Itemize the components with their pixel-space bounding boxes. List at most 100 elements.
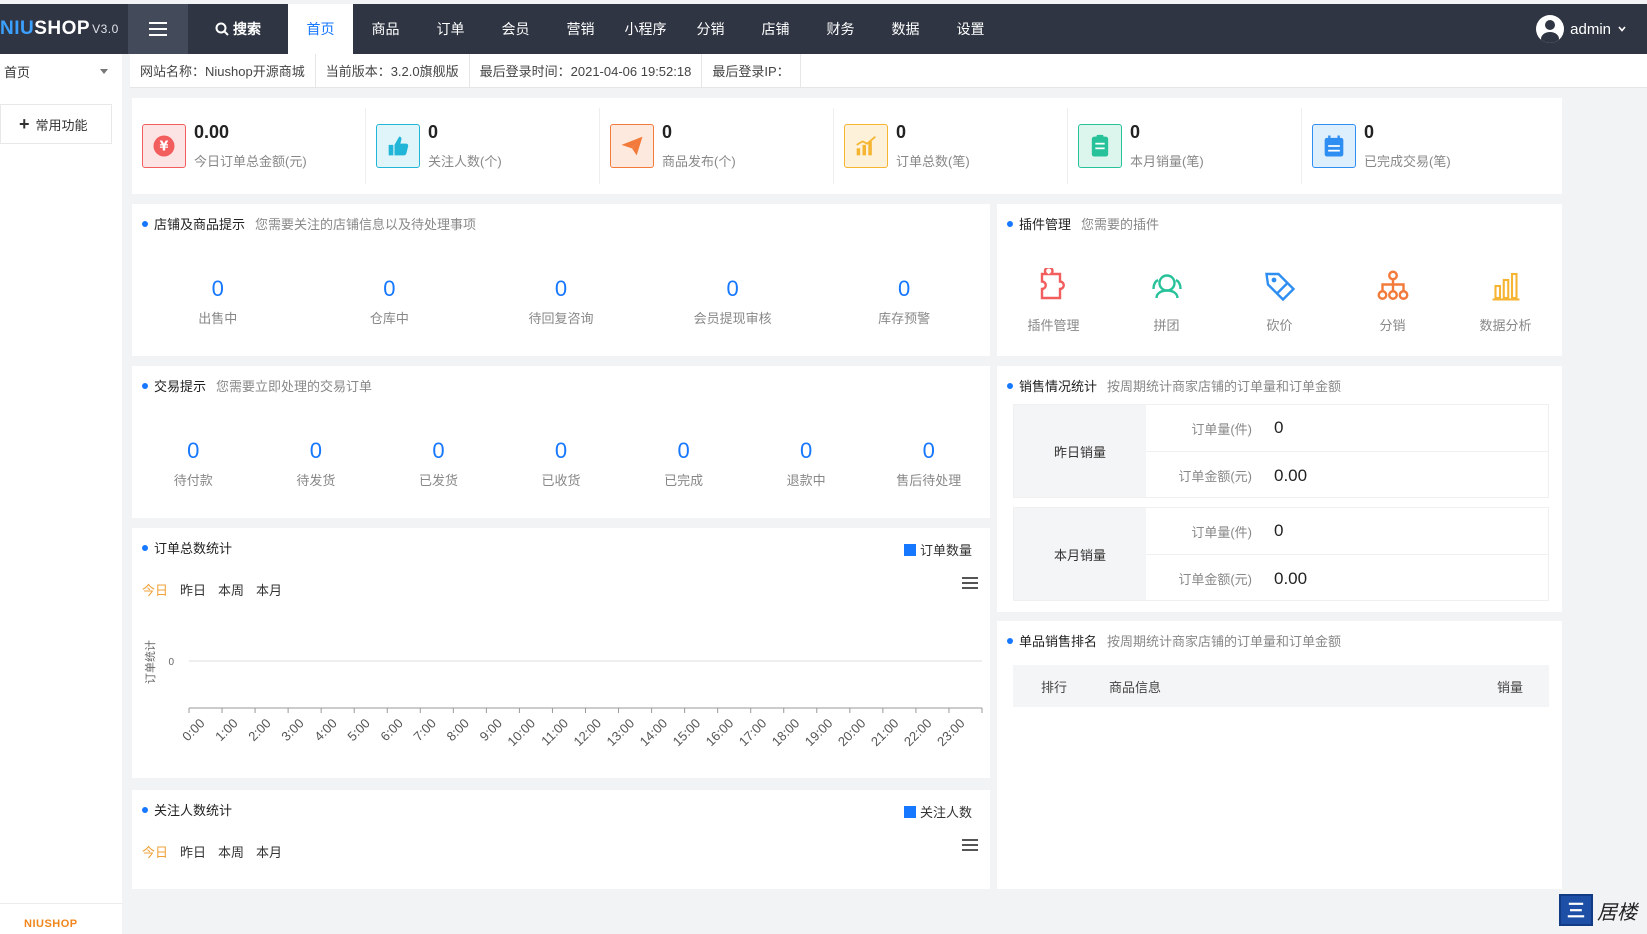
legend-swatch [903,805,916,818]
store-tips-kpis: 0 出售中 0 仓库中 0 待回复咨询 0 会员提现审核 0 库存预警 [132,276,990,327]
nav-item-9[interactable]: 数据 [873,4,938,54]
store-tip-2[interactable]: 0 待回复咨询 [475,276,647,327]
period-tab-0[interactable]: 今日 [142,842,168,861]
user-menu[interactable]: admin [1536,4,1627,54]
sales-stats-panel: 销售情况统计 按周期统计商家店铺的订单量和订单金额 昨日销量 订单量(件) 0 订单金… [997,366,1562,612]
plugin-item-2[interactable]: 砍价 [1223,268,1336,334]
order-chart-svg: 订单统计 0 0:00 1:00 2:00 3:00 4:00 5:00 6:00 7:00 8:0… [144,640,983,750]
x-tick-label: 0:00 [179,716,208,745]
menu-toggle-button[interactable] [128,4,188,54]
column-chart-icon [1449,268,1562,307]
brand-logo[interactable]: NIU SHOP V3.0 [0,4,128,54]
plugin-item-4[interactable]: 数据分析 [1449,268,1562,334]
stat-label: 商品发布(个) [662,154,736,169]
ranking-title: 单品销售排名 按周期统计商家店铺的订单量和订单金额 [1007,631,1341,650]
calendar-icon [1312,124,1356,168]
x-tick-label: 22:00 [901,716,935,750]
follow-legend[interactable]: 关注人数 [903,802,972,821]
nav-item-2[interactable]: 订单 [418,4,483,54]
avatar [1536,15,1565,43]
period-tab-3[interactable]: 本月 [256,842,282,861]
stat-label: 已完成交易(笔) [1364,154,1451,169]
trade-tip-5[interactable]: 0 退款中 [745,438,868,489]
kpi-value: 0 [677,438,690,463]
stat-card-2[interactable]: 0 商品发布(个) [600,108,834,184]
trade-tip-6[interactable]: 0 售后待处理 [867,438,990,489]
sales-stats-title: 销售情况统计 按周期统计商家店铺的订单量和订单金额 [1007,376,1341,395]
kpi-value: 0 [726,276,739,301]
x-tick-label: 8:00 [443,716,472,745]
ranking-heading: 单品销售排名 [1019,634,1098,649]
plugins-panel: 插件管理 您需要的插件 插件管理 拼团 砍价 分销 数据分析 [997,204,1562,356]
period-tab-2[interactable]: 本周 [218,842,244,861]
plus-icon: + [19,114,30,134]
sales-row: 订单金额(元) 0.00 [1146,452,1548,499]
stat-value: 0.00 [194,122,230,142]
footer-logo: NIUSHOP [24,918,78,930]
sales-row-value: 0.00 [1274,465,1308,485]
x-tick-label: 2:00 [245,716,274,745]
kpi-value: 0 [898,276,911,301]
x-tick-label: 5:00 [344,716,373,745]
plugin-item-3[interactable]: 分销 [1336,268,1449,334]
stat-card-1[interactable]: 0 关注人数(个) [366,108,600,184]
search-button[interactable]: 搜索 [188,4,288,54]
sales-block-1: 本月销量 订单量(件) 0 订单金额(元) 0.00 [1013,507,1549,601]
sidebar-home-select[interactable]: 首页 [0,54,122,88]
thumbs-up-icon [376,124,420,168]
nav-item-4[interactable]: 营销 [548,4,613,54]
plugin-item-0[interactable]: 插件管理 [997,266,1110,334]
kpi-label: 待发货 [296,473,336,488]
kpi-value: 0 [309,438,322,463]
trade-tips-heading: 交易提示 [154,379,207,394]
clipboard-icon [1078,124,1122,168]
nav-item-8[interactable]: 财务 [808,4,873,54]
kpi-value: 0 [554,438,568,463]
info-item-2: 最后登录时间：2021-04-06 19:52:18 [470,53,703,88]
chart-menu-icon[interactable] [962,844,978,846]
tag-icon [1223,268,1336,307]
ranking-panel: 单品销售排名 按周期统计商家店铺的订单量和订单金额 排行 商品信息 销量 [997,621,1562,889]
sales-row-value: 0.00 [1274,568,1308,588]
trade-tip-3[interactable]: 0 已收货 [500,438,623,489]
nav-item-0[interactable]: 首页 [288,4,353,54]
plugins-heading: 插件管理 [1019,217,1072,232]
store-tip-1[interactable]: 0 仓库中 [304,276,476,327]
common-functions-button[interactable]: + 常用功能 [0,104,112,144]
stat-card-5[interactable]: 0 已完成交易(笔) [1302,108,1536,184]
store-tip-4[interactable]: 0 库存预警 [818,276,990,327]
plugin-label: 分销 [1379,318,1406,333]
search-icon [215,22,229,36]
store-tip-3[interactable]: 0 会员提现审核 [647,276,819,327]
trade-tip-0[interactable]: 0 待付款 [132,438,255,489]
bullet-icon [1007,382,1013,389]
trade-tip-1[interactable]: 0 待发货 [255,438,378,489]
bar-chart-icon [844,124,888,168]
store-tip-0[interactable]: 0 出售中 [132,276,304,327]
stat-card-4[interactable]: 0 本月销量(笔) [1068,108,1302,184]
trade-tip-2[interactable]: 0 已发货 [377,438,500,489]
nav-item-7[interactable]: 店铺 [743,4,808,54]
x-tick-label: 15:00 [670,716,704,750]
plugin-label: 数据分析 [1479,318,1532,333]
stat-value: 0 [428,122,439,142]
period-tab-1[interactable]: 昨日 [180,842,206,861]
x-tick-label: 12:00 [571,716,605,750]
stat-card-3[interactable]: 0 订单总数(笔) [834,108,1068,184]
search-label: 搜索 [233,21,261,37]
nav-item-6[interactable]: 分销 [678,4,743,54]
stat-card-0[interactable]: ¥0.00 今日订单总金额(元) [132,108,366,184]
x-tick-label: 7:00 [410,716,439,745]
stat-label: 本月销量(笔) [1130,154,1204,169]
nav-item-10[interactable]: 设置 [938,4,1003,54]
trade-tip-4[interactable]: 0 已完成 [622,438,745,489]
x-tick-label: 17:00 [736,716,770,750]
nav-item-1[interactable]: 商品 [353,4,418,54]
column-sales: 销量 [1496,679,1523,695]
nav-item-5[interactable]: 小程序 [613,4,678,54]
yen-icon: ¥ [142,124,186,168]
plugin-item-1[interactable]: 拼团 [1110,268,1223,334]
stat-text: 0 关注人数(个) [428,122,502,170]
nav-item-3[interactable]: 会员 [483,4,548,54]
kpi-label: 出售中 [198,311,238,326]
